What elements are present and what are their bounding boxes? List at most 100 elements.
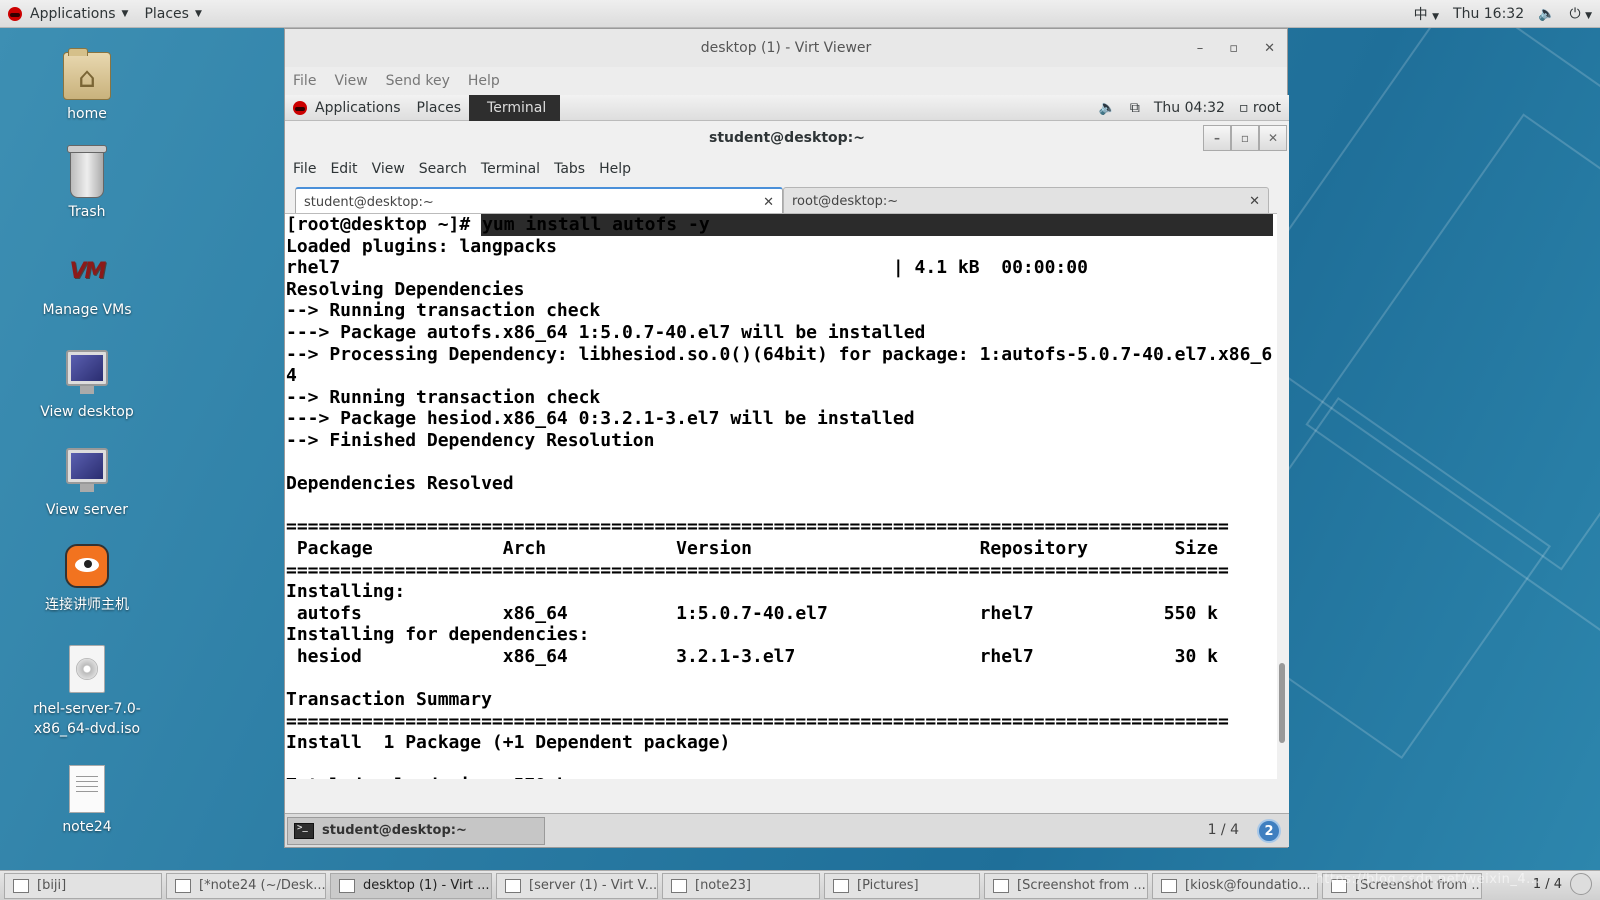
- text-document-icon: [69, 765, 105, 813]
- close-icon[interactable]: ✕: [1264, 41, 1275, 56]
- virt-manager-icon: VM: [69, 259, 107, 284]
- monitor-icon: [66, 350, 108, 394]
- taskbar-item[interactable]: [note23]: [662, 872, 820, 899]
- terminal-line: Total download size: 579 k: [285, 775, 1279, 779]
- close-icon[interactable]: ✕: [1249, 194, 1260, 209]
- power-icon[interactable]: ⏻ ▼: [1570, 6, 1592, 22]
- disc-image-icon: [69, 645, 105, 693]
- menu-file[interactable]: File: [293, 161, 316, 177]
- desktop-icon-trash[interactable]: Trash: [17, 145, 157, 220]
- guest-clock[interactable]: Thu 04:32: [1154, 100, 1225, 116]
- terminal-menubar: File Edit View Search Terminal Tabs Help: [285, 155, 1289, 183]
- terminal-line: --> Running transaction check: [286, 300, 601, 322]
- guest-places-menu[interactable]: Places: [409, 95, 470, 121]
- terminal-line: --> Processing Dependency: libhesiod.so.…: [286, 343, 1273, 365]
- places-menu[interactable]: Places ▼: [136, 0, 209, 28]
- menu-view[interactable]: View: [334, 73, 367, 89]
- window-icon: [671, 878, 687, 893]
- prompt-line: [root@desktop ~]# yum install autofs -y: [285, 214, 1279, 236]
- taskbar-item-label: [Screenshot from ...: [1017, 878, 1146, 893]
- taskbar-item-label: [note23]: [695, 878, 751, 893]
- terminal-icon: [294, 822, 314, 839]
- menu-terminal[interactable]: Terminal: [481, 161, 540, 177]
- virt-viewer-window: desktop (1) - Virt Viewer – ▫ ✕ File Vie…: [284, 28, 1289, 848]
- taskbar-item[interactable]: [Pictures]: [824, 872, 980, 899]
- terminal-line: [285, 495, 1279, 517]
- virt-viewer-menubar: File View Send key Help: [285, 67, 1287, 95]
- guest-applications-menu[interactable]: Applications: [285, 95, 409, 121]
- shell-prompt: [root@desktop ~]#: [286, 214, 482, 235]
- window-icon: [993, 878, 1009, 893]
- taskbar-item[interactable]: [Screenshot from ...: [984, 872, 1148, 899]
- taskbar-item[interactable]: [kiosk@foundatio...: [1152, 872, 1318, 899]
- display-icon[interactable]: ⧉: [1130, 100, 1140, 116]
- taskbar-item[interactable]: [*note24 (~/Desk...: [166, 872, 326, 899]
- menu-help[interactable]: Help: [599, 161, 631, 177]
- guest-bottom-bar: student@desktop:~ 1 / 4 2: [285, 813, 1289, 847]
- applications-label: Applications: [30, 5, 116, 22]
- desktop-icon-label: rhel-server-7.0-x86_64-dvd.iso: [33, 701, 141, 737]
- host-clock[interactable]: Thu 16:32: [1453, 6, 1524, 22]
- taskbar-item[interactable]: [server (1) - Virt V...: [496, 872, 658, 899]
- maximize-icon[interactable]: ▫: [1231, 125, 1259, 151]
- virt-viewer-titlebar[interactable]: desktop (1) - Virt Viewer – ▫ ✕: [285, 29, 1287, 67]
- minimize-icon[interactable]: –: [1197, 41, 1204, 56]
- taskbar-item[interactable]: [biji]: [4, 872, 162, 899]
- volume-icon[interactable]: 🔈: [1098, 100, 1115, 116]
- terminal-line: hesiod x86_64 3.2.1-3.el7 rhel7 30 k: [286, 645, 1218, 667]
- taskbar-item[interactable]: desktop (1) - Virt ...: [330, 872, 492, 899]
- guest-terminal-launcher[interactable]: Terminal: [469, 94, 561, 121]
- volume-icon[interactable]: 🔈: [1538, 6, 1555, 22]
- menu-tabs[interactable]: Tabs: [554, 161, 585, 177]
- minimize-icon[interactable]: –: [1203, 125, 1231, 151]
- menu-file[interactable]: File: [293, 73, 316, 89]
- taskbar-item-label: [biji]: [37, 878, 67, 893]
- terminal-line: ========================================…: [286, 559, 1229, 581]
- notification-badge[interactable]: 2: [1257, 819, 1281, 843]
- tab-root[interactable]: root@desktop:~ ✕: [783, 187, 1269, 215]
- desktop-icon-iso[interactable]: rhel-server-7.0-x86_64-dvd.iso: [17, 645, 157, 739]
- desktop-icon-label: note24: [62, 819, 112, 835]
- terminal-titlebar[interactable]: student@desktop:~ – ▫ ✕: [285, 121, 1289, 155]
- typed-command: yum install autofs -y: [481, 214, 710, 236]
- monitor-icon: [66, 448, 108, 492]
- menu-help[interactable]: Help: [468, 73, 500, 89]
- selection-highlight: [709, 214, 1273, 236]
- terminal-line: [285, 754, 1279, 776]
- terminal-output[interactable]: [root@desktop ~]# yum install autofs -y …: [285, 213, 1279, 779]
- maximize-icon[interactable]: ▫: [1229, 41, 1238, 56]
- workspace-indicator[interactable]: 1 / 4: [1208, 822, 1239, 838]
- scrollbar-thumb[interactable]: [1279, 663, 1285, 743]
- desktop-icon-label: Trash: [68, 204, 106, 220]
- applications-menu[interactable]: Applications ▼: [0, 0, 136, 28]
- menu-edit[interactable]: Edit: [330, 161, 357, 177]
- desktop-icon-note24[interactable]: note24: [17, 765, 157, 835]
- close-icon[interactable]: ✕: [763, 195, 774, 210]
- user-menu[interactable]: ▫ root: [1239, 100, 1281, 116]
- tab-student[interactable]: student@desktop:~ ✕: [295, 187, 783, 215]
- notification-badge[interactable]: [1570, 873, 1592, 895]
- desktop-icon-home[interactable]: home: [17, 48, 157, 122]
- desktop-icon-connect-teacher[interactable]: 连接讲师主机: [17, 544, 157, 614]
- desktop-icon-view-desktop[interactable]: View desktop: [17, 350, 157, 420]
- desktop-icon-label: View server: [46, 502, 128, 518]
- menu-view[interactable]: View: [372, 161, 405, 177]
- taskbar-item-label: [Pictures]: [857, 878, 919, 893]
- terminal-line: ---> Package autofs.x86_64 1:5.0.7-40.el…: [286, 321, 926, 343]
- tiger-app-icon: [65, 544, 109, 588]
- input-method-indicator[interactable]: 中 ▼: [1414, 4, 1439, 24]
- terminal-tab-bar: student@desktop:~ ✕ root@desktop:~ ✕: [285, 183, 1289, 215]
- terminal-scrollbar[interactable]: [1277, 213, 1287, 779]
- window-icon: [175, 878, 191, 893]
- menu-search[interactable]: Search: [419, 161, 467, 177]
- terminal-line: rhel7 | 4.1 kB 00:00:00: [286, 257, 1088, 279]
- guest-task-item[interactable]: student@desktop:~: [287, 816, 545, 845]
- menu-send-key[interactable]: Send key: [386, 73, 450, 89]
- terminal-line: ========================================…: [286, 516, 1229, 538]
- desktop-icon-manage-vms[interactable]: VM Manage VMs: [17, 248, 157, 318]
- redhat-icon: [8, 6, 22, 21]
- desktop-icon-view-server[interactable]: View server: [17, 448, 157, 518]
- taskbar-item-label: [kiosk@foundatio...: [1185, 878, 1311, 893]
- close-icon[interactable]: ✕: [1259, 125, 1287, 151]
- home-folder-icon: [63, 48, 111, 100]
